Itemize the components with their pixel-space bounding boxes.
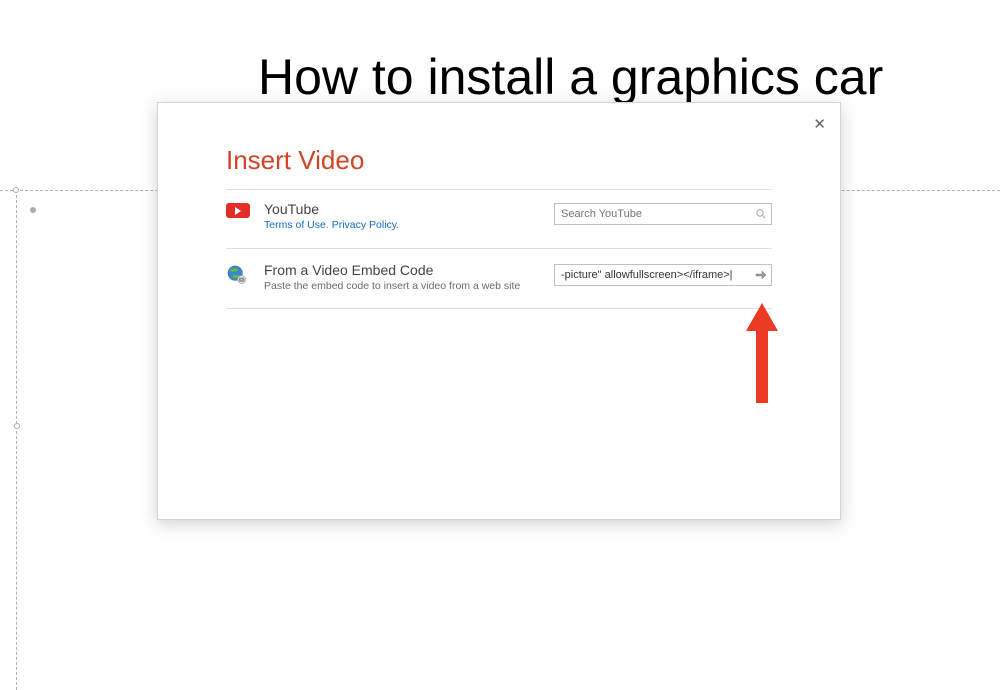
search-icon[interactable] [754,207,767,220]
embed-row: From a Video Embed Code Paste the embed … [226,262,772,294]
slide-title-text: How to install a graphics car [258,48,883,106]
embed-description: Paste the embed code to insert a video f… [264,280,534,294]
privacy-policy-link[interactable]: Privacy Policy [332,219,397,231]
close-icon[interactable]: ✕ [813,115,826,133]
divider [226,189,772,190]
sep: . [396,219,399,231]
youtube-title: YouTube [264,201,534,217]
divider [226,308,772,309]
arrow-right-icon[interactable] [754,268,767,281]
embed-code-input[interactable] [554,264,772,286]
youtube-search-input[interactable] [554,203,772,225]
slide-handle[interactable] [14,423,20,429]
embed-input-wrap [554,262,772,286]
slide-handle[interactable] [13,187,19,193]
embed-title: From a Video Embed Code [264,262,534,278]
youtube-links: Terms of Use. Privacy Policy. [264,219,534,233]
slide-guide-v [16,190,17,690]
youtube-search-wrap [554,201,772,225]
slide-bullet [30,207,36,213]
terms-of-use-link[interactable]: Terms of Use [264,219,326,231]
globe-icon [226,262,264,286]
insert-video-dialog: ✕ Insert Video YouTube Terms of Use. Pri… [157,102,841,520]
youtube-row: YouTube Terms of Use. Privacy Policy. [226,201,772,233]
youtube-text-block: YouTube Terms of Use. Privacy Policy. [264,201,554,233]
divider [226,248,772,249]
youtube-icon [226,201,264,218]
dialog-title: Insert Video [226,145,364,176]
embed-text-block: From a Video Embed Code Paste the embed … [264,262,554,294]
